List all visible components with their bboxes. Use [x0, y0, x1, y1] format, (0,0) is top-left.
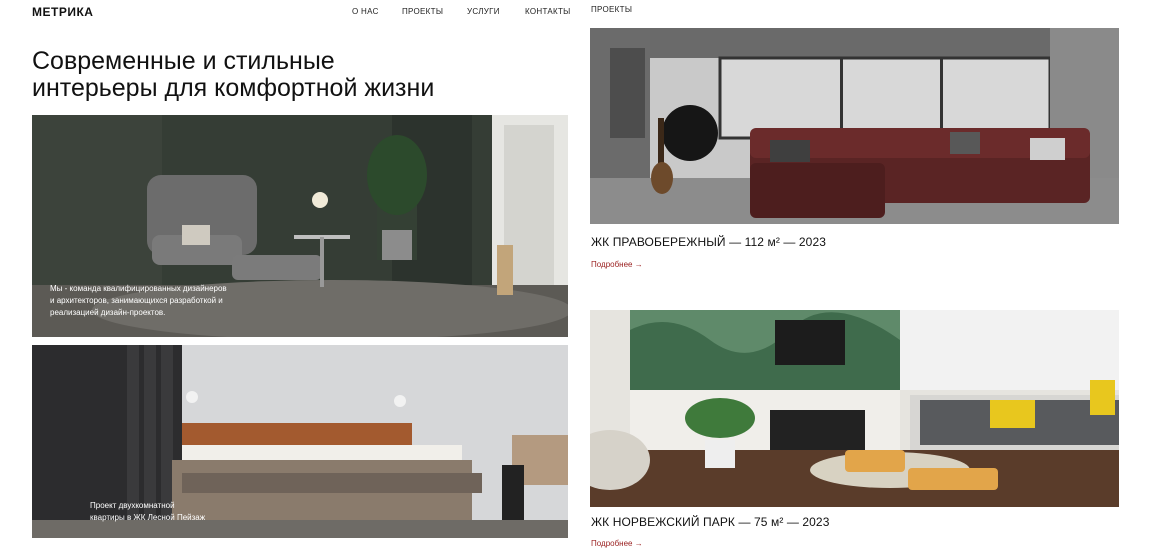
project-description-line: Проект двухкомнатной — [90, 501, 175, 510]
team-description-line: Мы - команда квалифицированных дизайнеро… — [50, 284, 227, 293]
pravoberezhny-illustration — [590, 28, 1119, 224]
nav-about[interactable]: О НАС — [352, 7, 379, 16]
section-label-projects: ПРОЕКТЫ — [591, 5, 633, 14]
team-description: Мы - команда квалифицированных дизайнеро… — [50, 283, 227, 319]
hero-title: Современные и стильные интерьеры для ком… — [32, 48, 552, 102]
norwegian-park-illustration — [590, 310, 1119, 507]
project-caption-pravoberezhny: ЖК ПРАВОБЕРЕЖНЫЙ — 112 м² — 2023 — [591, 235, 826, 249]
team-description-line: и архитекторов, занимающихся разработкой… — [50, 296, 223, 305]
project-description-line: квартиры в ЖК Лесной Пейзаж — [90, 513, 206, 522]
project-caption-norwegian-park: ЖК НОРВЕЖСКИЙ ПАРК — 75 м² — 2023 — [591, 515, 830, 529]
more-link-norwegian-park[interactable]: Подробнее → — [591, 539, 643, 548]
team-description-line: реализацией дизайн-проектов. — [50, 308, 166, 317]
project-image-norwegian-park[interactable] — [590, 310, 1119, 507]
site-logo[interactable]: МЕТРИКА — [32, 5, 93, 19]
hero-title-line1: Современные и стильные — [32, 47, 335, 75]
nav-contacts[interactable]: КОНТАКТЫ — [525, 7, 571, 16]
project-apartment-description: Проект двухкомнатной квартиры в ЖК Лесно… — [90, 500, 205, 524]
project-image-pravoberezhny[interactable] — [590, 28, 1119, 224]
hero-title-line2: интерьеры для комфортной жизни — [32, 74, 435, 102]
nav-services[interactable]: УСЛУГИ — [467, 7, 500, 16]
more-link-pravoberezhny[interactable]: Подробнее → — [591, 260, 643, 269]
nav-projects[interactable]: ПРОЕКТЫ — [402, 7, 443, 16]
